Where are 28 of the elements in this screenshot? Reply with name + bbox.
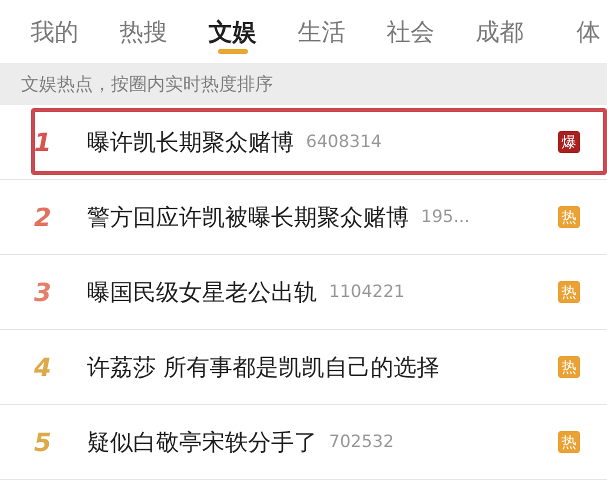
heat-badge: 热 (558, 206, 580, 228)
heat-count: 195... (421, 207, 470, 227)
hot-topic-title[interactable]: 曝许凯长期聚众赌博 (87, 126, 294, 158)
heat-count: 6408314 (306, 132, 382, 152)
rank-number: 5 (33, 428, 52, 456)
heat-count: 702532 (329, 432, 394, 452)
rank-number: 1 (33, 128, 52, 156)
rank-number: 4 (33, 352, 52, 382)
category-tab[interactable]: 体 (544, 0, 607, 63)
category-tab[interactable]: 我的 (10, 0, 99, 63)
category-tab[interactable]: 热搜 (99, 0, 188, 63)
heat-badge: 热 (558, 356, 580, 378)
ranking-notice: 文娱热点，按圈内实时热度排序 (0, 63, 607, 105)
hot-topic-title[interactable]: 警方回应许凯被曝长期聚众赌博 (87, 202, 409, 232)
heat-badge: 爆 (558, 131, 580, 153)
heat-count: 1104221 (329, 282, 405, 302)
rank-number: 2 (33, 202, 52, 232)
active-tab-indicator (218, 49, 248, 54)
category-tab[interactable]: 成都 (455, 0, 544, 63)
heat-badge: 热 (558, 281, 580, 303)
category-tab[interactable]: 文娱 (188, 0, 277, 63)
hot-topic-title[interactable]: 疑似白敬亭宋轶分手了 (87, 426, 317, 458)
category-tab[interactable]: 社会 (366, 0, 455, 63)
heat-badge: 热 (558, 431, 580, 453)
hot-topic-title[interactable]: 许荔莎 所有事都是凯凯自己的选择 (87, 352, 440, 382)
hot-topic-title[interactable]: 曝国民级女星老公出轨 (87, 276, 317, 308)
rank-number: 3 (33, 278, 52, 306)
category-tab[interactable]: 生活 (277, 0, 366, 63)
